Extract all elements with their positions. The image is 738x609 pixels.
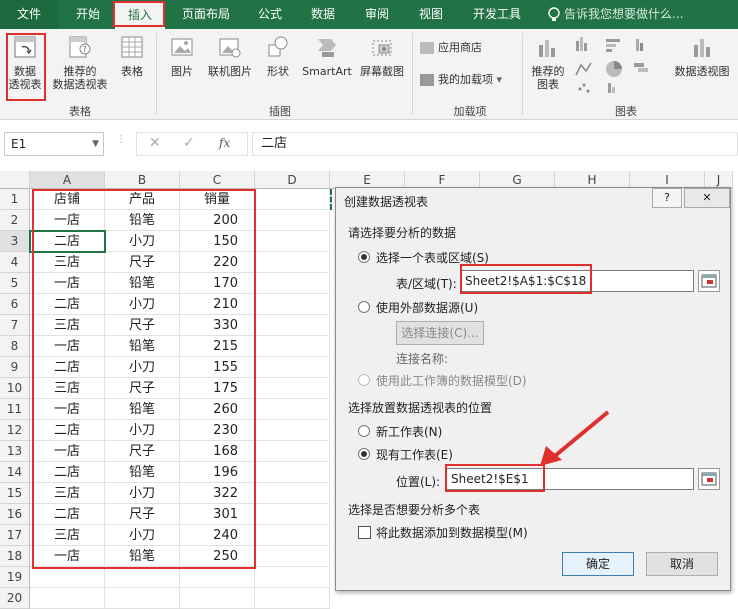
radio-select-range[interactable]: [358, 251, 370, 263]
collapse-dialog-icon: [701, 472, 717, 486]
cell-D1[interactable]: [255, 189, 330, 210]
row-header-14[interactable]: 14: [0, 462, 30, 483]
cell-B19[interactable]: [105, 567, 180, 588]
cell-C20[interactable]: [180, 588, 255, 609]
highlight-range-input: [460, 264, 592, 294]
row-header-12[interactable]: 12: [0, 420, 30, 441]
row-header-4[interactable]: 4: [0, 252, 30, 273]
close-button[interactable]: ✕: [684, 188, 730, 208]
row-header-18[interactable]: 18: [0, 546, 30, 567]
cell-D20[interactable]: [255, 588, 330, 609]
row-header-10[interactable]: 10: [0, 378, 30, 399]
ok-button[interactable]: 确定: [562, 552, 634, 576]
row-header-5[interactable]: 5: [0, 273, 30, 294]
row-header-16[interactable]: 16: [0, 504, 30, 525]
radio-new-worksheet[interactable]: [358, 425, 370, 437]
row-header-7[interactable]: 7: [0, 315, 30, 336]
collapse-dialog-button[interactable]: [698, 270, 720, 292]
add-to-data-model-label[interactable]: 将此数据添加到数据模型(M): [376, 524, 528, 541]
cell-D18[interactable]: [255, 546, 330, 567]
cancel-button[interactable]: 取消: [646, 552, 718, 576]
row-header-19[interactable]: 19: [0, 567, 30, 588]
radio-data-model[interactable]: [358, 374, 370, 386]
row-header-2[interactable]: 2: [0, 210, 30, 231]
select-all-corner[interactable]: [0, 171, 30, 189]
radio-existing-worksheet[interactable]: [358, 448, 370, 460]
row-header-6[interactable]: 6: [0, 294, 30, 315]
section-location-label: 选择放置数据透视表的位置: [348, 401, 493, 415]
collapse-dialog-icon: [701, 274, 717, 288]
cell-D12[interactable]: [255, 420, 330, 441]
row-header-1[interactable]: 1: [0, 189, 30, 210]
cell-D5[interactable]: [255, 273, 330, 294]
column-header-D[interactable]: D: [255, 171, 330, 189]
radio-external-source[interactable]: [358, 301, 370, 313]
cell-D9[interactable]: [255, 357, 330, 378]
help-button[interactable]: ?: [652, 188, 682, 208]
row-header-15[interactable]: 15: [0, 483, 30, 504]
cell-D6[interactable]: [255, 294, 330, 315]
column-header-A[interactable]: A: [30, 171, 105, 189]
new-worksheet-label[interactable]: 新工作表(N): [376, 423, 442, 440]
section-multiple-tables-label: 选择是否想要分析多个表: [348, 503, 481, 517]
cell-A19[interactable]: [30, 567, 105, 588]
cell-C19[interactable]: [180, 567, 255, 588]
row-header-17[interactable]: 17: [0, 525, 30, 546]
cell-D8[interactable]: [255, 336, 330, 357]
cell-D15[interactable]: [255, 483, 330, 504]
connection-name-label: 连接名称:: [396, 352, 449, 366]
cell-A20[interactable]: [30, 588, 105, 609]
cell-D14[interactable]: [255, 462, 330, 483]
cell-D4[interactable]: [255, 252, 330, 273]
row-header-3[interactable]: 3: [0, 231, 30, 252]
row-header-20[interactable]: 20: [0, 588, 30, 609]
cell-D7[interactable]: [255, 315, 330, 336]
row-header-11[interactable]: 11: [0, 399, 30, 420]
external-source-label[interactable]: 使用外部数据源(U): [376, 299, 478, 316]
add-to-data-model-checkbox[interactable]: [358, 526, 371, 539]
row-header-8[interactable]: 8: [0, 336, 30, 357]
location-label: 位置(L):: [396, 475, 441, 489]
red-arrow-icon: [540, 410, 610, 466]
range-label: 表/区域(T):: [396, 277, 457, 291]
section-data-label: 请选择要分析的数据: [348, 226, 457, 240]
cell-D2[interactable]: [255, 210, 330, 231]
row-header-9[interactable]: 9: [0, 357, 30, 378]
existing-worksheet-label[interactable]: 现有工作表(E): [376, 446, 453, 463]
highlight-data-range: [32, 189, 256, 569]
create-pivot-table-dialog: 创建数据透视表 ? ✕ 请选择要分析的数据 选择一个表或区域(S) 表/区域(T…: [335, 187, 731, 591]
cell-D19[interactable]: [255, 567, 330, 588]
collapse-dialog-button-2[interactable]: [698, 468, 720, 490]
data-model-label[interactable]: 使用此工作簿的数据模型(D): [376, 372, 527, 389]
cell-B20[interactable]: [105, 588, 180, 609]
cell-D3[interactable]: [255, 231, 330, 252]
column-header-C[interactable]: C: [180, 171, 255, 189]
cell-D11[interactable]: [255, 399, 330, 420]
cell-D10[interactable]: [255, 378, 330, 399]
row-header-13[interactable]: 13: [0, 441, 30, 462]
cell-D16[interactable]: [255, 504, 330, 525]
column-header-B[interactable]: B: [105, 171, 180, 189]
cell-D17[interactable]: [255, 525, 330, 546]
cell-D13[interactable]: [255, 441, 330, 462]
choose-connection-button[interactable]: 选择连接(C)...: [396, 321, 484, 345]
highlight-location-input: [445, 464, 545, 492]
dialog-title: 创建数据透视表: [344, 195, 429, 209]
